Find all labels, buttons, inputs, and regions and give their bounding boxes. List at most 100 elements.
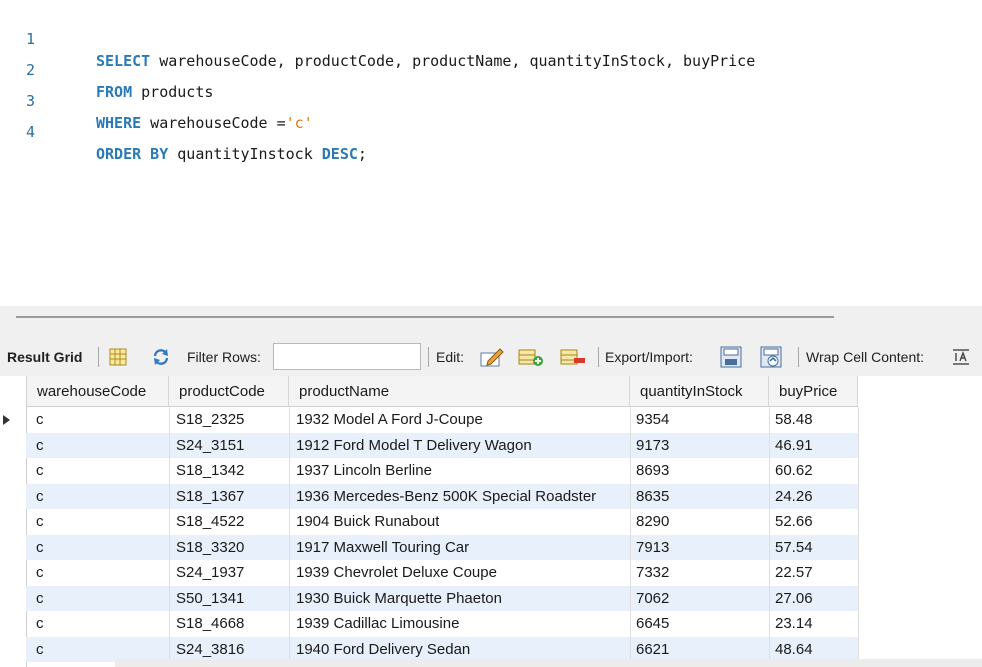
cell-productcode[interactable]: S18_2325	[176, 407, 244, 433]
code-line-3[interactable]: 3 WHERE warehouseCode ='c'	[0, 68, 313, 132]
result-grid[interactable]: warehouseCode productCode productName qu…	[0, 376, 982, 667]
sql-text: ;	[357, 145, 367, 163]
cell-quantityinstock[interactable]: 7332	[636, 560, 669, 586]
cell-productcode[interactable]: S18_1342	[176, 458, 244, 484]
insert-row-icon[interactable]	[518, 347, 544, 367]
panel-splitter[interactable]	[0, 306, 982, 338]
toolbar-divider	[798, 347, 799, 367]
cell-quantityinstock[interactable]: 6645	[636, 611, 669, 637]
toolbar-divider	[428, 347, 429, 367]
cell-productname[interactable]: 1912 Ford Model T Delivery Wagon	[296, 433, 532, 459]
cell-quantityinstock[interactable]: 8290	[636, 509, 669, 535]
table-row[interactable]: c S24_1937 1939 Chevrolet Deluxe Coupe 7332…	[26, 560, 858, 586]
code-line-2[interactable]: 2 FROM products	[0, 37, 213, 101]
cell-warehousecode[interactable]: c	[36, 560, 44, 586]
filter-rows-input[interactable]	[273, 343, 421, 370]
sql-keyword: FROM	[96, 83, 133, 101]
cell-productcode[interactable]: S18_4668	[176, 611, 244, 637]
cell-quantityinstock[interactable]: 8693	[636, 458, 669, 484]
table-row[interactable]: c S18_1342 1937 Lincoln Berline 8693 60.62	[26, 458, 858, 484]
current-row-indicator-icon	[3, 415, 10, 425]
cell-productname[interactable]: 1939 Chevrolet Deluxe Coupe	[296, 560, 497, 586]
cell-productname[interactable]: 1917 Maxwell Touring Car	[296, 535, 469, 561]
cell-productname[interactable]: 1939 Cadillac Limousine	[296, 611, 459, 637]
column-divider	[289, 407, 290, 667]
sql-text: warehouseCode, productCode, productName,…	[150, 52, 756, 70]
edit-row-icon[interactable]	[480, 346, 504, 368]
column-header-quantityinstock[interactable]: quantityInStock	[630, 376, 769, 407]
export-icon[interactable]	[719, 345, 743, 369]
cell-quantityinstock[interactable]: 9354	[636, 407, 669, 433]
table-row[interactable]: c S18_2325 1932 Model A Ford J-Coupe 9354 58…	[26, 407, 858, 433]
table-row[interactable]: c S18_4668 1939 Cadillac Limousine 6645 23.1…	[26, 611, 858, 637]
cell-buyprice[interactable]: 24.26	[775, 484, 813, 510]
wrap-cell-icon[interactable]	[952, 347, 970, 367]
cell-buyprice[interactable]: 22.57	[775, 560, 813, 586]
sql-keyword: DESC	[321, 145, 358, 163]
column-divider	[169, 407, 170, 667]
edit-label: Edit:	[436, 349, 465, 365]
sql-editor[interactable]: 1 SELECT warehouseCode, productCode, pro…	[0, 0, 982, 300]
cell-productname[interactable]: 1930 Buick Marquette Phaeton	[296, 586, 502, 612]
cell-productcode[interactable]: S18_4522	[176, 509, 244, 535]
cell-warehousecode[interactable]: c	[36, 611, 44, 637]
table-row[interactable]: c S50_1341 1930 Buick Marquette Phaeton 706…	[26, 585, 858, 612]
cell-warehousecode[interactable]: c	[36, 509, 44, 535]
cell-productcode[interactable]: S50_1341	[176, 586, 244, 612]
cell-buyprice[interactable]: 57.54	[775, 535, 813, 561]
sql-keyword: WHERE	[96, 114, 142, 132]
cell-productcode[interactable]: S18_3320	[176, 535, 244, 561]
cell-buyprice[interactable]: 23.14	[775, 611, 813, 637]
cell-productname[interactable]: 1936 Mercedes-Benz 500K Special Roadster	[296, 484, 596, 510]
cell-warehousecode[interactable]: c	[36, 484, 44, 510]
cell-warehousecode[interactable]: c	[36, 535, 44, 561]
cell-buyprice[interactable]: 60.62	[775, 458, 813, 484]
column-divider	[630, 407, 631, 667]
table-row[interactable]: c S18_1367 1936 Mercedes-Benz 500K Special…	[26, 483, 858, 510]
horizontal-scrollbar[interactable]	[115, 659, 982, 667]
column-header-buyprice[interactable]: buyPrice	[769, 376, 858, 407]
splitter-handle[interactable]	[16, 316, 834, 318]
grid-layout-icon[interactable]	[108, 347, 128, 367]
code-line-1[interactable]: 1 SELECT warehouseCode, productCode, pro…	[0, 6, 755, 70]
column-header-warehousecode[interactable]: warehouseCode	[27, 376, 169, 407]
cell-warehousecode[interactable]: c	[36, 458, 44, 484]
cell-warehousecode[interactable]: c	[36, 433, 44, 459]
export-import-label: Export/Import:	[605, 349, 693, 365]
sql-string: 'c'	[285, 114, 313, 132]
cell-warehousecode[interactable]: c	[36, 586, 44, 612]
cell-quantityinstock[interactable]: 7062	[636, 586, 669, 612]
sql-text: products	[132, 83, 214, 101]
table-row[interactable]: c S18_4522 1904 Buick Runabout 8290 52.66	[26, 509, 858, 535]
cell-productname[interactable]: 1937 Lincoln Berline	[296, 458, 432, 484]
sql-text: warehouseCode =	[141, 114, 286, 132]
delete-row-icon[interactable]	[560, 347, 586, 367]
cell-quantityinstock[interactable]: 8635	[636, 484, 669, 510]
column-header-productname[interactable]: productName	[289, 376, 630, 407]
toolbar-divider	[598, 347, 599, 367]
cell-productcode[interactable]: S24_3151	[176, 433, 244, 459]
code-line-4[interactable]: 4 ORDER BY quantityInstock DESC;	[0, 99, 367, 163]
table-row[interactable]: c S24_3151 1912 Ford Model T Delivery Wago…	[26, 432, 858, 459]
cell-warehousecode[interactable]: c	[36, 407, 44, 433]
wrap-cell-label: Wrap Cell Content:	[806, 349, 925, 365]
refresh-icon[interactable]	[151, 347, 171, 367]
column-divider	[858, 407, 859, 667]
cell-warehousecode[interactable]: c	[36, 637, 44, 663]
cell-buyprice[interactable]: 27.06	[775, 586, 813, 612]
cell-productname[interactable]: 1904 Buick Runabout	[296, 509, 439, 535]
cell-buyprice[interactable]: 52.66	[775, 509, 813, 535]
cell-productname[interactable]: 1932 Model A Ford J-Coupe	[296, 407, 483, 433]
cell-quantityinstock[interactable]: 9173	[636, 433, 669, 459]
result-toolbar: Result Grid Filter Rows: Edit: Export/Im…	[0, 338, 982, 376]
cell-buyprice[interactable]: 46.91	[775, 433, 813, 459]
column-header-productcode[interactable]: productCode	[169, 376, 289, 407]
cell-quantityinstock[interactable]: 7913	[636, 535, 669, 561]
cell-productcode[interactable]: S18_1367	[176, 484, 244, 510]
import-icon[interactable]	[759, 345, 783, 369]
cell-productcode[interactable]: S24_1937	[176, 560, 244, 586]
table-row[interactable]: c S18_3320 1917 Maxwell Touring Car 7913 57.…	[26, 534, 858, 561]
cell-buyprice[interactable]: 58.48	[775, 407, 813, 433]
sql-keyword: SELECT	[96, 52, 151, 70]
result-grid-tab[interactable]: Result Grid	[7, 338, 82, 376]
